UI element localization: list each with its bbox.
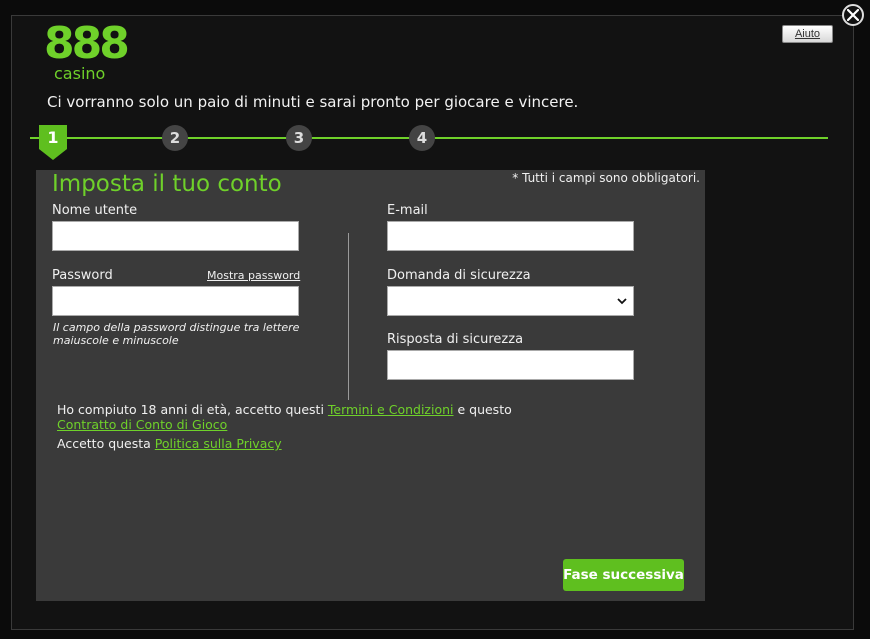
privacy-link[interactable]: Politica sulla Privacy [155,436,282,451]
help-button[interactable]: Aiuto [782,25,833,43]
email-input[interactable] [387,221,634,251]
tagline: Ci vorranno solo un paio di minuti e sar… [47,93,579,111]
close-button[interactable] [842,4,864,26]
password-hint: Il campo della password distingue tra le… [53,321,300,347]
chevron-down-icon [617,298,627,305]
show-password-link[interactable]: Mostra password [207,269,300,282]
security-answer-label: Risposta di sicurezza [387,332,524,347]
form-title: Imposta il tuo conto [52,171,282,197]
privacy-pre: Accetto questa [57,436,155,451]
security-question-select[interactable] [387,286,634,316]
privacy-line: Accetto questa Politica sulla Privacy [57,436,512,451]
terms-line-1-pre: Ho compiuto 18 anni di età, accetto ques… [57,402,328,417]
terms-link[interactable]: Termini e Condizioni [328,402,454,417]
casino-logo: 888 casino [44,19,130,85]
step-3: 3 [286,125,312,151]
step-4: 4 [409,125,435,151]
step-1-active: 1 [39,125,67,161]
terms-text: Ho compiuto 18 anni di età, accetto ques… [57,402,512,451]
contract-link[interactable]: Contratto di Conto di Gioco [57,417,227,432]
close-icon [847,9,859,21]
column-divider [348,233,349,400]
step-2: 2 [162,125,188,151]
required-note: * Tutti i campi sono obbligatori. [512,171,700,185]
account-form-panel: Imposta il tuo conto * Tutti i campi son… [36,170,705,601]
next-step-button[interactable]: Fase successiva [563,559,684,591]
username-input[interactable] [52,221,299,251]
terms-line-1-post: e questo [453,402,512,417]
security-question-label: Domanda di sicurezza [387,268,531,283]
logo-number: 888 [44,18,130,69]
terms-line-1: Ho compiuto 18 anni di età, accetto ques… [57,402,512,417]
step-1-label: 1 [47,127,59,147]
password-label: Password [52,268,113,283]
email-label: E-mail [387,203,428,218]
username-label: Nome utente [52,203,138,218]
password-input[interactable] [52,286,299,316]
security-answer-input[interactable] [387,350,634,380]
terms-line-2: Contratto di Conto di Gioco [57,417,512,432]
logo-word: casino [54,64,106,83]
